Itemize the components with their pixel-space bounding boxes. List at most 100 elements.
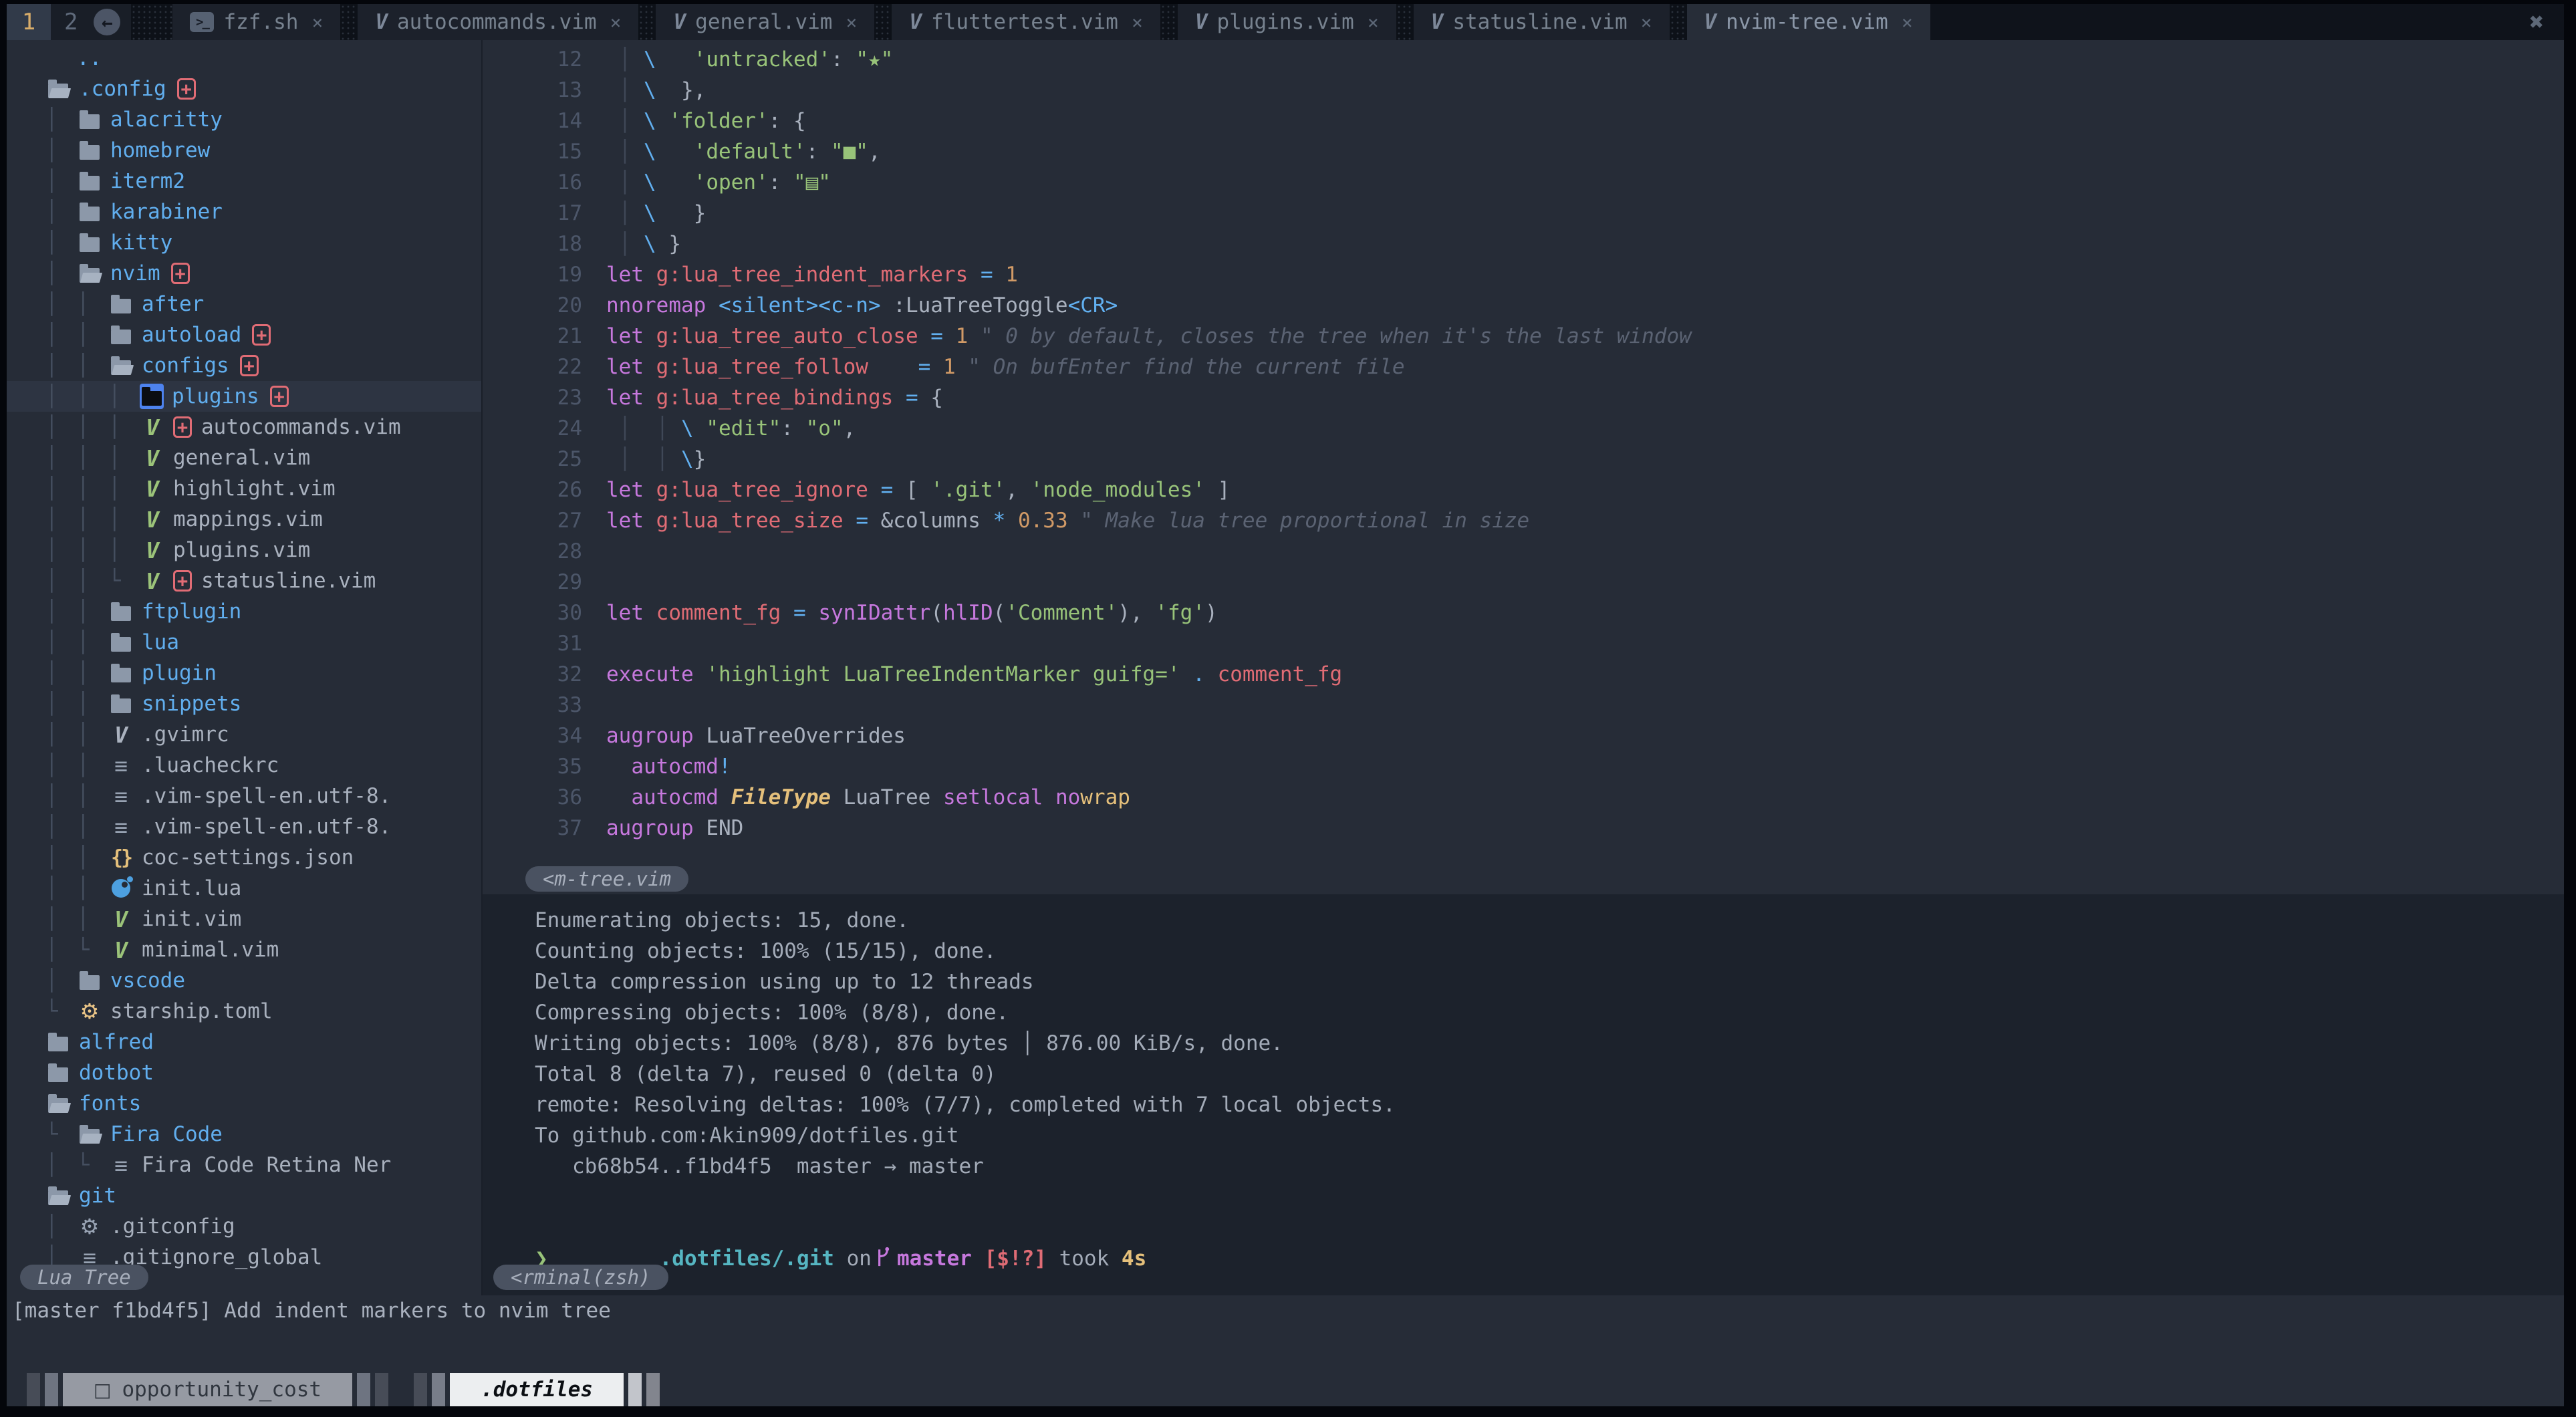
tree-item-configs[interactable]: ││configs+ bbox=[7, 350, 481, 381]
powerline-stripe bbox=[432, 1373, 445, 1406]
back-arrow-icon[interactable]: ← bbox=[94, 9, 120, 35]
tree-item-Fira Code[interactable]: └Fira Code bbox=[7, 1119, 481, 1150]
tree-item-label: init.vim bbox=[142, 907, 241, 931]
tab-close-icon[interactable]: × bbox=[1641, 11, 1652, 33]
tab-statusline.vim[interactable]: Vstatusline.vim× bbox=[1414, 4, 1670, 40]
tree-item-homebrew[interactable]: │homebrew bbox=[7, 135, 481, 166]
line-number: 15 bbox=[483, 136, 606, 167]
code-segment: g:lua_tree_ignore bbox=[656, 475, 868, 505]
terminal-pane[interactable]: Enumerating objects: 15, done.Counting o… bbox=[483, 894, 2564, 1295]
tree-item-.gvimrc[interactable]: ││V.gvimrc bbox=[7, 719, 481, 750]
tab-fzf.sh[interactable]: >_fzf.sh× bbox=[172, 4, 340, 40]
tree-item-label: fonts bbox=[79, 1091, 141, 1116]
tree-item-.config[interactable]: .config+ bbox=[7, 74, 481, 104]
code-segment bbox=[1043, 782, 1055, 813]
tree-item-snippets[interactable]: ││snippets bbox=[7, 688, 481, 719]
code-segment: 1 bbox=[956, 321, 969, 352]
tab-plugins.vim[interactable]: Vplugins.vim× bbox=[1178, 4, 1396, 40]
tab-label: general.vim bbox=[695, 10, 832, 34]
prompt-duration: 4s bbox=[1122, 1247, 1146, 1271]
tree-item-init.vim[interactable]: ││Vinit.vim bbox=[7, 904, 481, 934]
tab-nvim-tree.vim[interactable]: Vnvim-tree.vim× bbox=[1687, 4, 1930, 40]
code-line: 32execute 'highlight LuaTreeIndentMarker… bbox=[483, 659, 2564, 690]
tree-item-plugins.vim[interactable]: │││Vplugins.vim bbox=[7, 535, 481, 565]
git-unstaged-badge: + bbox=[173, 570, 192, 592]
tree-item-karabiner[interactable]: │karabiner bbox=[7, 197, 481, 227]
tree-item-nvim[interactable]: │nvim+ bbox=[7, 258, 481, 289]
tree-item-highlight.vim[interactable]: │││Vhighlight.vim bbox=[7, 473, 481, 504]
tree-item-ftplugin[interactable]: ││ftplugin bbox=[7, 596, 481, 627]
tree-item-git[interactable]: git bbox=[7, 1180, 481, 1211]
pane-number-1[interactable]: 1 bbox=[7, 4, 51, 40]
file-tree-pane[interactable]: ...config+│alacritty│homebrew│iterm2│kar… bbox=[7, 40, 481, 1295]
code-segment bbox=[644, 382, 656, 413]
code-segment: <silent><c-n> bbox=[719, 290, 881, 321]
vim-file-icon: V bbox=[140, 506, 165, 533]
line-number: 17 bbox=[483, 198, 606, 229]
tree-item-.gitconfig[interactable]: │⚙.gitconfig bbox=[7, 1211, 481, 1242]
tree-item-..[interactable]: .. bbox=[7, 43, 481, 74]
folder-icon bbox=[45, 1029, 71, 1055]
tab-close-icon[interactable]: × bbox=[1132, 11, 1143, 33]
code-segment: let bbox=[606, 598, 644, 628]
tree-item-alfred[interactable]: alfred bbox=[7, 1027, 481, 1057]
tab-fluttertest.vim[interactable]: Vfluttertest.vim× bbox=[892, 4, 1160, 40]
tree-item-plugins[interactable]: │││plugins+ bbox=[7, 381, 481, 412]
close-all-icon[interactable]: ✖ bbox=[2509, 4, 2564, 40]
tree-item-fonts[interactable]: fonts bbox=[7, 1088, 481, 1119]
tree-item-init.lua[interactable]: ││init.lua bbox=[7, 873, 481, 904]
folder-icon bbox=[77, 967, 102, 994]
tree-item-coc-settings.json[interactable]: ││{}coc-settings.json bbox=[7, 842, 481, 873]
tree-item-general.vim[interactable]: │││Vgeneral.vim bbox=[7, 442, 481, 473]
tab-close-icon[interactable]: × bbox=[610, 11, 622, 33]
line-number: 29 bbox=[483, 567, 606, 598]
line-number: 32 bbox=[483, 659, 606, 690]
tree-item-label: Fira Code Retina Ner bbox=[142, 1153, 391, 1177]
pane-number-2[interactable]: 2 bbox=[51, 4, 91, 40]
tree-item-.vim-spell-en.utf-8.[interactable]: ││≡.vim-spell-en.utf-8. bbox=[7, 781, 481, 811]
terminal-line: Compressing objects: 100% (8/8), done. bbox=[535, 997, 2564, 1028]
terminal-line: remote: Resolving deltas: 100% (7/7), co… bbox=[535, 1089, 2564, 1120]
code-segment bbox=[694, 659, 706, 690]
tmux-window-opportunity_cost[interactable]: □opportunity_cost bbox=[27, 1373, 388, 1406]
tab-general.vim[interactable]: Vgeneral.vim× bbox=[656, 4, 874, 40]
tree-item-label: coc-settings.json bbox=[142, 846, 354, 870]
tree-item-plugin[interactable]: ││plugin bbox=[7, 658, 481, 688]
tree-item-minimal.vim[interactable]: │└Vminimal.vim bbox=[7, 934, 481, 965]
tree-item-vscode[interactable]: │vscode bbox=[7, 965, 481, 996]
tree-item-autocommands.vim[interactable]: │││V+autocommands.vim bbox=[7, 412, 481, 442]
tree-indent-guide: │ bbox=[45, 354, 77, 378]
tree-item-kitty[interactable]: │kitty bbox=[7, 227, 481, 258]
tree-item-Fira Code Retina Ner[interactable]: │└≡Fira Code Retina Ner bbox=[7, 1150, 481, 1180]
tree-indent-guide: │ bbox=[45, 384, 77, 408]
line-number: 28 bbox=[483, 536, 606, 567]
tree-item-dotbot[interactable]: dotbot bbox=[7, 1057, 481, 1088]
tree-item-mappings.vim[interactable]: │││Vmappings.vim bbox=[7, 504, 481, 535]
editor-statusline-pill: <m-tree.vim bbox=[525, 866, 688, 892]
tmux-window-.dotfiles[interactable]: .dotfiles bbox=[414, 1373, 660, 1406]
editor-pane[interactable]: 12 │ \ 'untracked': "★"13 │ \ },14 │ \ '… bbox=[483, 40, 2564, 894]
tree-item-iterm2[interactable]: │iterm2 bbox=[7, 166, 481, 197]
tree-item-statusline.vim[interactable]: ││└V+statusline.vim bbox=[7, 565, 481, 596]
tree-item-starship.toml[interactable]: └⚙starship.toml bbox=[7, 996, 481, 1027]
code-segment bbox=[644, 321, 656, 352]
tab-autocommands.vim[interactable]: Vautocommands.vim× bbox=[358, 4, 638, 40]
tab-bar: 1 2 ← >_fzf.sh×Vautocommands.vim×Vgenera… bbox=[7, 4, 2564, 40]
tree-item-.vim-spell-en.utf-8.[interactable]: ││≡.vim-spell-en.utf-8. bbox=[7, 811, 481, 842]
tab-close-icon[interactable]: × bbox=[1902, 11, 1913, 33]
tree-item-autoload[interactable]: ││autoload+ bbox=[7, 319, 481, 350]
tree-indent-guide: │ bbox=[45, 784, 77, 808]
tree-item-label: dotbot bbox=[79, 1061, 154, 1085]
tree-indent-guide: │ bbox=[45, 261, 77, 285]
terminal-line: Total 8 (delta 7), reused 0 (delta 0) bbox=[535, 1059, 2564, 1089]
tab-close-icon[interactable]: × bbox=[311, 11, 323, 33]
tree-indent-guide: │ bbox=[45, 876, 77, 900]
tab-close-icon[interactable]: × bbox=[846, 11, 857, 33]
tree-item-.luacheckrc[interactable]: ││≡.luacheckrc bbox=[7, 750, 481, 781]
tree-item-lua[interactable]: ││lua bbox=[7, 627, 481, 658]
tree-indent-guide: │ bbox=[45, 815, 77, 839]
tree-item-after[interactable]: ││after bbox=[7, 289, 481, 319]
folder-icon bbox=[45, 1059, 71, 1086]
tab-close-icon[interactable]: × bbox=[1368, 11, 1379, 33]
tree-item-alacritty[interactable]: │alacritty bbox=[7, 104, 481, 135]
